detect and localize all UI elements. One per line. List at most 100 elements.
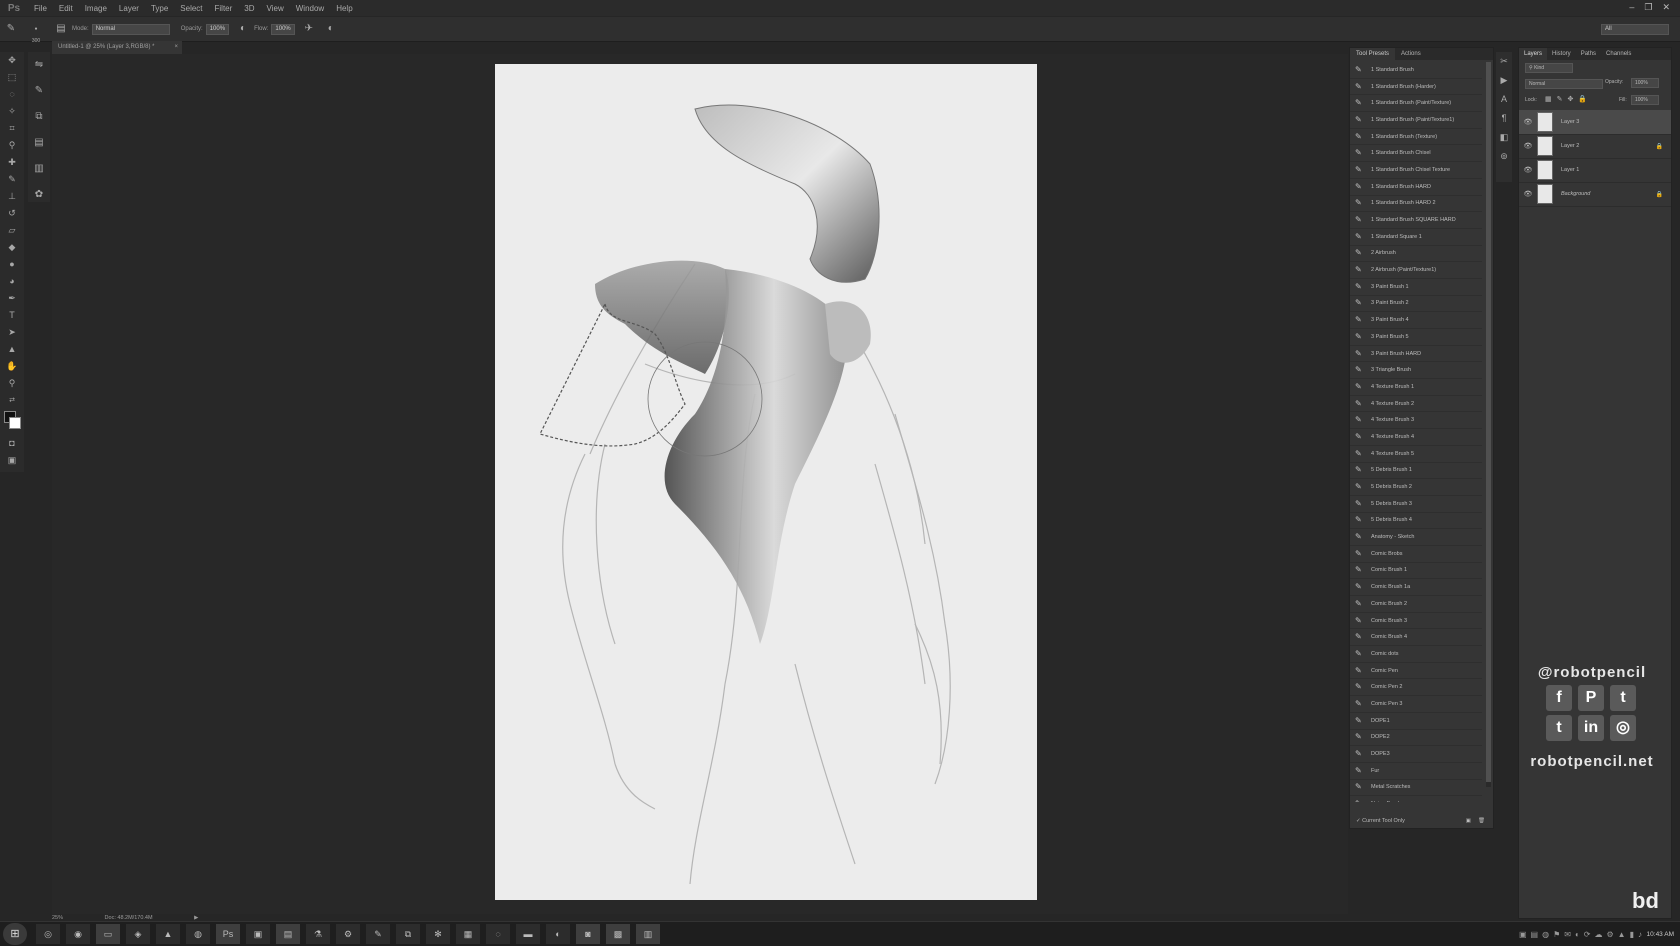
preset-item[interactable]: ✎ 5 Debris Brush 4 (1350, 513, 1482, 530)
brush-size-picker[interactable]: ● 300 (27, 23, 45, 44)
quick-select-tool-icon[interactable]: ✧ (0, 103, 24, 120)
taskbar-app-icon[interactable]: ◈ (126, 924, 150, 944)
document-canvas[interactable] (495, 64, 1037, 900)
eyedropper-tool-icon[interactable]: ⚲ (0, 137, 24, 154)
taskbar-app-icon[interactable]: ▲ (156, 924, 180, 944)
crop-tool-icon[interactable]: ⌗ (0, 120, 24, 137)
color-swatches[interactable] (0, 409, 24, 435)
preset-scrollbar[interactable] (1486, 62, 1491, 787)
lock-options[interactable]: ▦✎✥🔒 (1545, 95, 1592, 103)
preset-item[interactable]: ✎ 5 Debris Brush 2 (1350, 479, 1482, 496)
visibility-eye-icon[interactable]: 👁 (1519, 166, 1537, 174)
blend-mode-select[interactable]: Normal (1525, 79, 1603, 89)
preset-item[interactable]: ✎ Noise Brush (1350, 796, 1482, 802)
preset-item[interactable]: ✎ 1 Standard Brush (Paint/Texture) (1350, 95, 1482, 113)
preset-item[interactable]: ✎ 2 Airbrush (1350, 246, 1482, 263)
preset-item[interactable]: ✎ Metal Scratches (1350, 780, 1482, 797)
preset-item[interactable]: ✎ 1 Standard Brush SQUARE HARD (1350, 212, 1482, 229)
taskbar-app-icon[interactable]: Ps (216, 924, 240, 944)
menu-file[interactable]: File (28, 4, 53, 13)
tray-icon[interactable]: ⚑ (1553, 930, 1560, 939)
pen-tool-icon[interactable]: ✒ (0, 290, 24, 307)
info-panel-icon[interactable]: ⊚ (1496, 147, 1512, 166)
dodge-tool-icon[interactable]: ◕ (0, 273, 24, 290)
preset-item[interactable]: ✎ Comic Brush 2 (1350, 596, 1482, 613)
preset-item[interactable]: ✎ 1 Standard Brush (Texture) (1350, 129, 1482, 146)
menu-help[interactable]: Help (330, 4, 358, 13)
menu-select[interactable]: Select (174, 4, 208, 13)
visibility-eye-icon[interactable]: 👁 (1519, 118, 1537, 126)
hand-tool-icon[interactable]: ✋ (0, 358, 24, 375)
start-button[interactable]: ⊞ (3, 923, 27, 945)
pressure-opacity-icon[interactable]: ◐ (237, 23, 249, 35)
taskbar-app-icon[interactable]: ◙ (576, 924, 600, 944)
close-document-icon[interactable]: × (174, 41, 178, 54)
preset-item[interactable]: ✎ Comic Brush 1 (1350, 563, 1482, 580)
type-tool-icon[interactable]: T (0, 307, 24, 324)
menu-filter[interactable]: Filter (209, 4, 239, 13)
tools-toggle-icon[interactable]: ✂ (1496, 52, 1512, 71)
delete-preset-icon[interactable]: 🗑 (1478, 814, 1485, 828)
taskbar-app-icon[interactable]: ▩ (606, 924, 630, 944)
preset-item[interactable]: ✎ 1 Standard Brush Chisel Texture (1350, 162, 1482, 179)
visibility-eye-icon[interactable]: 👁 (1519, 142, 1537, 150)
marquee-tool-icon[interactable]: ⬚ (0, 69, 24, 86)
taskbar-app-icon[interactable]: ⚗ (306, 924, 330, 944)
preset-item[interactable]: ✎ Fur (1350, 763, 1482, 780)
fill-field[interactable]: 100% (1631, 95, 1659, 105)
history-brush-tool-icon[interactable]: ↺ (0, 205, 24, 222)
taskbar-app-icon[interactable]: ▦ (456, 924, 480, 944)
preset-item[interactable]: ✎ 5 Debris Brush 3 (1350, 496, 1482, 513)
tab-layers[interactable]: Layers (1519, 48, 1548, 60)
taskbar-app-icon[interactable]: ◎ (36, 924, 60, 944)
opacity-field[interactable]: 100% (205, 23, 230, 35)
restore-button[interactable]: ❐ (1644, 2, 1652, 13)
new-preset-icon[interactable]: ▣ (1466, 814, 1471, 828)
preset-item[interactable]: ✎ Comic dots (1350, 646, 1482, 663)
move-tool-icon[interactable]: ✥ (0, 52, 24, 69)
taskbar-app-icon[interactable]: ▤ (276, 924, 300, 944)
taskbar-app-icon[interactable]: ◍ (186, 924, 210, 944)
brush-tool-icon[interactable]: ✎ (5, 23, 17, 35)
tray-icon[interactable]: ▤ (1531, 930, 1539, 939)
taskbar-app-icon[interactable]: ⚙ (336, 924, 360, 944)
tab-tool-presets[interactable]: Tool Presets (1350, 48, 1396, 60)
paint-bucket-tool-icon[interactable]: ◆ (0, 239, 24, 256)
tray-icon[interactable]: ▣ (1519, 930, 1527, 939)
layer-row[interactable]: 👁 Background 🔒 (1519, 182, 1671, 207)
menu-layer[interactable]: Layer (113, 4, 145, 13)
tray-icon[interactable]: ✉ (1564, 930, 1571, 939)
preset-item[interactable]: ✎ 2 Airbrush (Paint/Texture1) (1350, 262, 1482, 279)
healing-brush-tool-icon[interactable]: ✚ (0, 154, 24, 171)
preset-item[interactable]: ✎ DOPE2 (1350, 730, 1482, 747)
preset-item[interactable]: ✎ Anatomy - Sketch (1350, 529, 1482, 546)
clone-source-icon[interactable]: ⧉ (28, 104, 50, 130)
preset-item[interactable]: ✎ 1 Standard Brush (1350, 62, 1482, 79)
preset-item[interactable]: ✎ DOPE3 (1350, 746, 1482, 763)
network-icon[interactable]: ▮ (1630, 930, 1634, 939)
preset-item[interactable]: ✎ Comic Pen 2 (1350, 679, 1482, 697)
quick-mask-icon[interactable]: ◘ (0, 435, 24, 452)
menu-image[interactable]: Image (79, 4, 113, 13)
preset-item[interactable]: ✎ Comic Pen (1350, 663, 1482, 680)
preset-item[interactable]: ✎ 4 Texture Brush 4 (1350, 429, 1482, 446)
minimize-button[interactable]: – (1629, 2, 1634, 13)
preset-item[interactable]: ✎ 3 Paint Brush 1 (1350, 279, 1482, 296)
tray-icon[interactable]: ◐ (1575, 930, 1580, 939)
preset-item[interactable]: ✎ 3 Paint Brush 5 (1350, 329, 1482, 346)
tray-icon[interactable]: ☁ (1595, 930, 1603, 939)
menu-view[interactable]: View (261, 4, 290, 13)
preset-item[interactable]: ✎ Comic Brush 1a (1350, 579, 1482, 596)
menu-edit[interactable]: Edit (53, 4, 79, 13)
airbrush-icon[interactable]: ✈ (303, 23, 315, 35)
zoom-tool-icon[interactable]: ⚲ (0, 375, 24, 392)
taskbar-app-icon[interactable]: ◐ (546, 924, 570, 944)
document-tab[interactable]: Untitled-1 @ 25% (Layer 3,RGB/8) * × (52, 41, 182, 54)
preset-item[interactable]: ✎ 3 Paint Brush 4 (1350, 312, 1482, 329)
brush-panel-toggle-icon[interactable]: ▤ (55, 23, 67, 35)
preset-item[interactable]: ✎ 4 Texture Brush 3 (1350, 412, 1482, 430)
tray-icon[interactable]: ⟳ (1584, 930, 1591, 939)
adjustments-icon[interactable]: ▤ (28, 130, 50, 156)
close-window-button[interactable]: ✕ (1662, 2, 1670, 13)
lasso-tool-icon[interactable]: ◌ (0, 86, 24, 103)
